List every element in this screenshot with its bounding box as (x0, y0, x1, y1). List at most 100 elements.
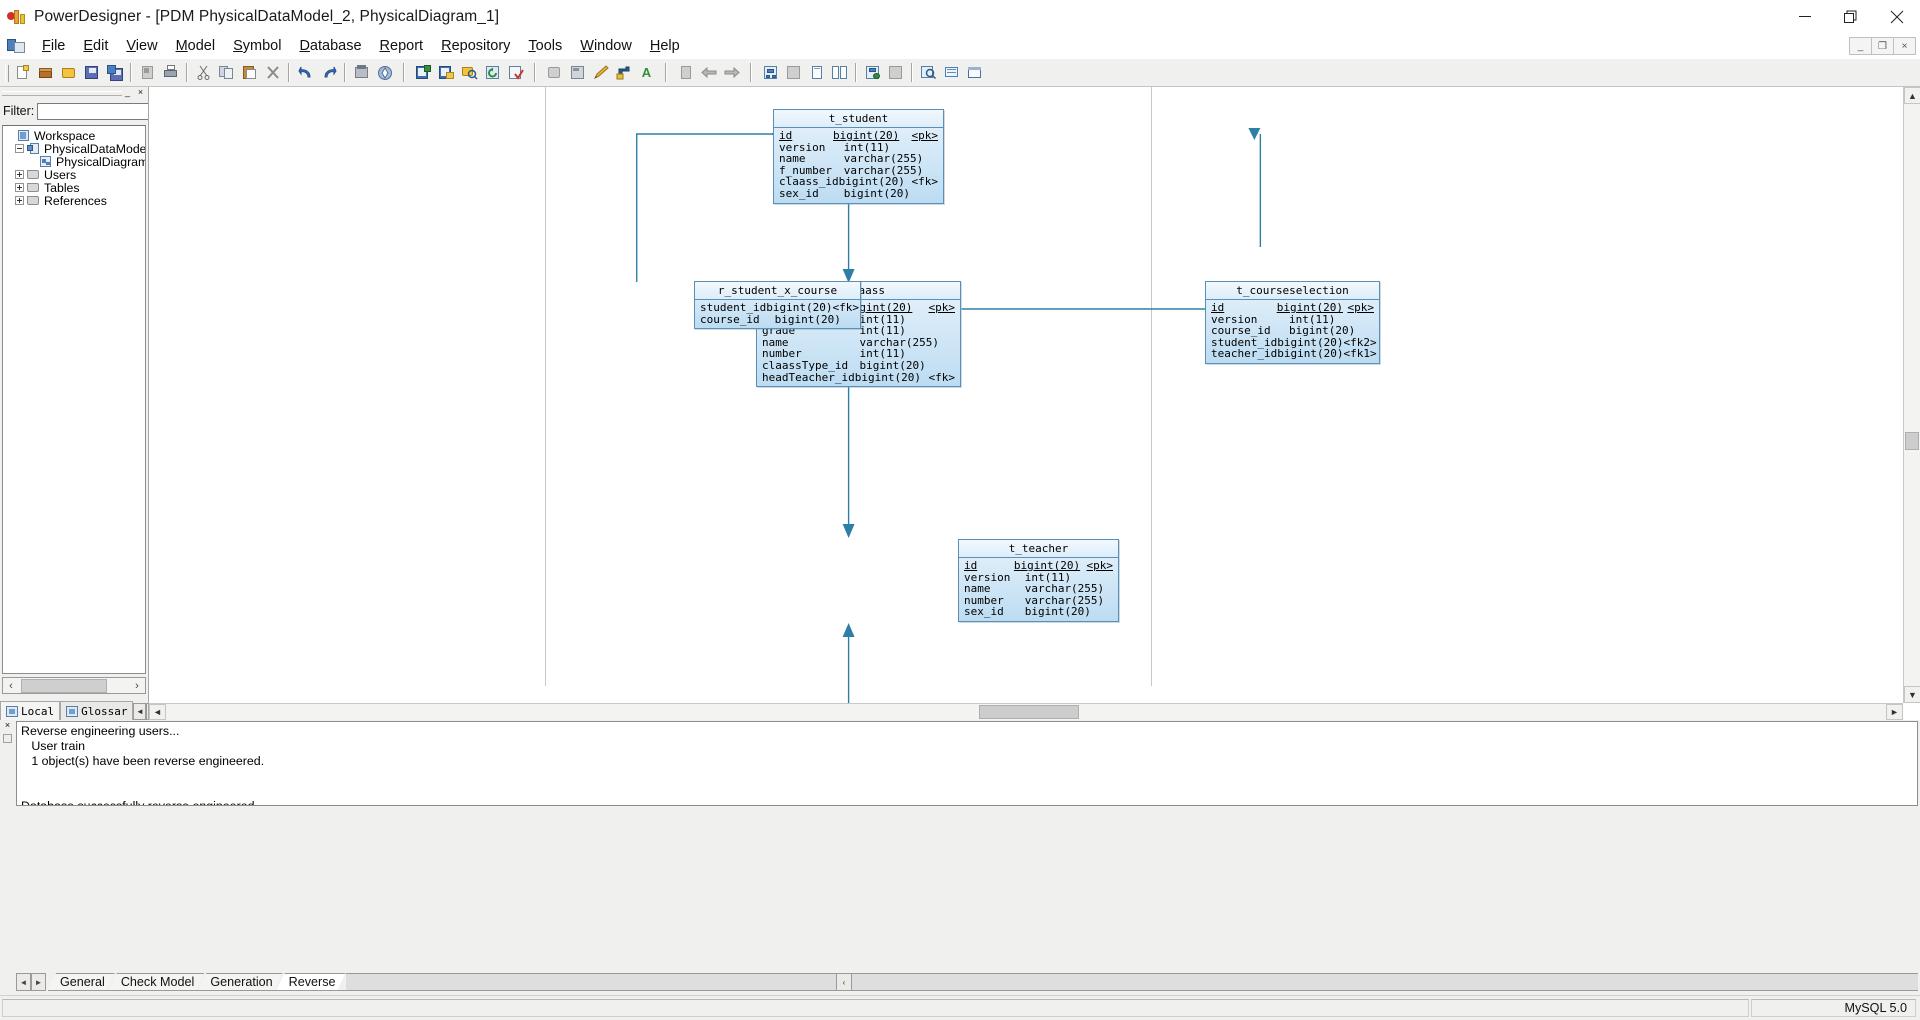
scroll-right-icon[interactable]: › (129, 678, 145, 693)
toolbar-separator (534, 63, 536, 82)
refresh-icon[interactable] (482, 62, 503, 83)
panel-close-button[interactable]: × (135, 88, 146, 99)
entity-t-courseselection[interactable]: t_courseselectionidbigint(20)<pk>version… (1205, 281, 1380, 364)
font-icon[interactable]: A (636, 62, 657, 83)
tree-item-physicaldatamodel-2[interactable]: PhysicalDataModel_2 * (3, 142, 145, 155)
model-diagram-icon[interactable] (862, 62, 883, 83)
entity-t-teacher[interactable]: t_teacheridbigint(20)<pk>versionint(11)n… (958, 539, 1119, 622)
output-tab-general[interactable]: General (48, 973, 115, 990)
reverse-engineer-icon[interactable] (436, 62, 457, 83)
tab-nav-prev-button[interactable]: ◄ (133, 703, 146, 720)
properties-icon[interactable] (351, 62, 372, 83)
minimize-icon[interactable] (1782, 0, 1828, 33)
fill-color-icon[interactable] (544, 62, 565, 83)
generate-database-icon[interactable] (413, 62, 434, 83)
menu-database[interactable]: Database (290, 35, 370, 57)
page-icon[interactable] (675, 62, 696, 83)
save-all-icon[interactable] (104, 62, 125, 83)
tree-expander-plus-icon[interactable] (15, 170, 24, 179)
scroll-right-icon[interactable]: ► (1886, 704, 1903, 720)
output-collapse-button[interactable] (3, 734, 12, 743)
new-package-icon[interactable] (35, 62, 56, 83)
grid-icon[interactable] (783, 62, 804, 83)
save-icon[interactable] (81, 62, 102, 83)
scrollbar-thumb[interactable] (21, 679, 107, 693)
scroll-down-icon[interactable]: ▼ (1904, 686, 1920, 703)
browser-tree[interactable]: Workspace PhysicalDataModel_2 * Physical… (2, 125, 146, 674)
canvas-vertical-scrollbar[interactable]: ▲ ▼ (1903, 87, 1920, 703)
close-icon[interactable] (1874, 0, 1920, 33)
menu-window[interactable]: Window (571, 35, 641, 57)
physical-diagram[interactable]: t_studentidbigint(20)<pk>versionint(11)n… (149, 87, 1903, 703)
output-tab-generation[interactable]: Generation (198, 973, 282, 990)
canvas-horizontal-scrollbar[interactable]: ◄ ► (149, 703, 1903, 720)
vscrollbar-thumb[interactable] (1905, 432, 1919, 450)
toolbar-grip[interactable] (3, 63, 9, 83)
hscrollbar-thumb[interactable] (979, 705, 1079, 719)
tree-item-physicaldiagram-1[interactable]: PhysicalDiagram_1 (3, 155, 145, 168)
diagram-icon[interactable] (760, 62, 781, 83)
undo-icon[interactable] (295, 62, 316, 83)
scroll-left-icon[interactable]: ‹ (3, 678, 19, 693)
browser-horizontal-scrollbar[interactable]: ‹ › (2, 677, 146, 694)
new-model-icon[interactable] (12, 62, 33, 83)
tree-item-users[interactable]: Users (3, 168, 145, 181)
entity-t-student[interactable]: t_studentidbigint(20)<pk>versionint(11)n… (773, 109, 944, 204)
next-icon[interactable] (721, 62, 742, 83)
paste-icon[interactable] (239, 62, 260, 83)
browser-tab-glossary[interactable]: Glossar (60, 701, 133, 720)
menu-view[interactable]: View (117, 35, 166, 57)
display-preferences-icon[interactable] (567, 62, 588, 83)
cut-icon[interactable] (193, 62, 214, 83)
output-splitter-button[interactable]: ‹ (836, 973, 852, 991)
browser-tab-local[interactable]: Local (0, 701, 60, 720)
redo-icon[interactable] (318, 62, 339, 83)
panel-minimize-button[interactable]: _ (122, 88, 133, 99)
check-model-icon[interactable] (374, 62, 395, 83)
zoom-out-icon[interactable] (885, 62, 906, 83)
tree-item-references[interactable]: References (3, 194, 145, 207)
mdi-close-button[interactable]: × (1893, 37, 1916, 55)
mdi-restore-button[interactable]: ❐ (1871, 37, 1894, 55)
print-preview-icon[interactable] (137, 62, 158, 83)
menu-model[interactable]: Model (167, 35, 225, 57)
scroll-up-icon[interactable]: ▲ (1904, 87, 1920, 104)
tree-item-workspace[interactable]: Workspace (3, 129, 145, 142)
zoom-icon[interactable] (918, 62, 939, 83)
output-close-button[interactable]: × (2, 721, 13, 732)
menu-edit[interactable]: Edit (74, 35, 117, 57)
table-view-icon[interactable] (964, 62, 985, 83)
panel-drag-handle[interactable] (2, 91, 122, 96)
menu-report[interactable]: Report (371, 35, 433, 57)
validate-icon[interactable] (505, 62, 526, 83)
mdi-minimize-button[interactable]: _ (1849, 37, 1872, 55)
open-icon[interactable] (58, 62, 79, 83)
tree-item-tables[interactable]: Tables (3, 181, 145, 194)
format-painter-icon[interactable] (613, 62, 634, 83)
pencil-icon[interactable] (590, 62, 611, 83)
tree-expander-plus-icon[interactable] (15, 196, 24, 205)
delete-icon[interactable] (262, 62, 283, 83)
output-tab-next-button[interactable]: ► (31, 973, 46, 991)
two-page-icon[interactable] (829, 62, 850, 83)
copy-icon[interactable] (216, 62, 237, 83)
tree-expander-plus-icon[interactable] (15, 183, 24, 192)
tree-expander-minus-icon[interactable] (15, 144, 24, 153)
entity-r-student-x-course[interactable]: r_student_x_coursestudent_idbigint(20)<f… (694, 281, 861, 329)
find-icon[interactable] (459, 62, 480, 83)
print-icon[interactable] (160, 62, 181, 83)
restore-icon[interactable] (1828, 0, 1874, 33)
output-tab-reverse[interactable]: Reverse (277, 973, 346, 990)
page-view-icon[interactable] (806, 62, 827, 83)
menu-tools[interactable]: Tools (519, 35, 571, 57)
menu-symbol[interactable]: Symbol (224, 35, 290, 57)
menu-repository[interactable]: Repository (432, 35, 519, 57)
menu-help[interactable]: Help (641, 35, 689, 57)
menu-file[interactable]: File (33, 35, 74, 57)
output-tab-prev-button[interactable]: ◄ (16, 973, 31, 991)
output-tab-check-model[interactable]: Check Model (109, 973, 205, 990)
scroll-left-icon[interactable]: ◄ (149, 704, 166, 720)
previous-icon[interactable] (698, 62, 719, 83)
comment-icon[interactable] (941, 62, 962, 83)
attribute-name: id (964, 560, 1014, 572)
